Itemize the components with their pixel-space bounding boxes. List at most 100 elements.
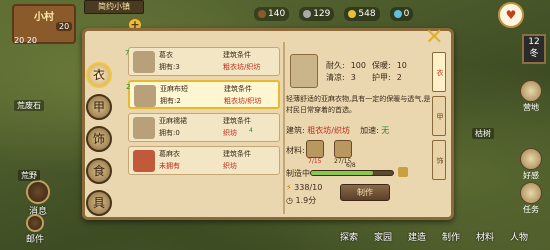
craft-progress-bar[interactable] [310,170,394,176]
right-tab-armor[interactable]: 甲 [432,96,446,136]
camp-icon [520,80,542,102]
date-month: 12 [528,37,540,47]
speed-value: 无 [381,126,390,135]
side-button-quest[interactable]: 任务 [518,182,544,215]
material-count: 7/15 [308,158,322,165]
nav-home[interactable]: 家园 [368,228,398,248]
materials-label: 材料: [286,146,305,155]
side-button-camp[interactable]: 营地 [518,80,544,113]
category-armor[interactable]: 甲 [86,94,112,120]
left-button-label: 邮件 [26,235,45,245]
building-requirement: 建筑: 粗衣坊/织坊 加速: 无 [286,125,389,136]
side-button-favor[interactable]: 好感 [518,148,544,181]
population-badge: 20 [56,22,73,31]
recipe-index: 2 [126,83,131,91]
material-cloth-icon[interactable] [334,140,352,158]
left-button-messages[interactable]: 消息 [26,180,50,217]
nav-materials[interactable]: 材料 [470,228,500,248]
stat-warmth: 保暖: 10 [372,60,407,71]
material-flax-icon[interactable] [306,140,324,158]
recipe-item-selected[interactable]: 2 亚麻布短 拥有:2 建筑条件 粗衣坊/织坊 [126,80,280,109]
recipe-owned: 拥有:0 [159,129,180,137]
progress-text: 6/8 [346,162,356,169]
craft-cost: ⚡ 338/10 [286,183,322,192]
message-icon [26,180,50,204]
stone-icon [303,10,312,18]
stat-value: 3 [350,73,356,82]
scroll-icon [520,182,542,204]
stats-row: 20 20 [14,36,37,45]
recipe-item[interactable]: 亚麻襦裙 拥有:0 建筑条件 织坊 4 [128,113,280,142]
stat-durability: 耐久: 100 [326,60,366,71]
left-button-mail[interactable]: 邮件 [26,214,44,245]
event-bubble[interactable]: ♥ [498,2,524,28]
recipe-index: 7 [125,49,130,57]
village-name: 小村 [34,12,54,23]
right-tab-clothing[interactable]: 衣 [432,52,446,92]
stat-value: 10 [396,61,407,70]
recipe-item[interactable]: 7 葛衣 拥有:3 建筑条件 粗衣坊/织坊 [125,47,280,76]
resource-value: 0 [403,9,410,19]
resource-value: 548 [358,9,376,19]
item-preview-icon [290,54,318,88]
side-button-label: 营地 [523,103,539,112]
make-button[interactable]: 制作 [340,184,390,201]
category-glyph: 衣 [92,68,105,82]
clock-icon: ◷ [286,196,293,205]
category-accessory[interactable]: 饰 [86,126,112,152]
side-button-label: 任务 [523,205,539,214]
recipe-cond-header: 建筑条件 [223,150,251,158]
craft-time: ◷ 1.9分 [286,195,316,206]
category-clothing[interactable]: 衣 [86,62,112,88]
map-label: 荒废石 [14,100,44,111]
nav-explore[interactable]: 探索 [334,228,364,248]
category-tool[interactable]: 具 [86,190,112,216]
recipe-item[interactable]: 葛麻衣 未拥有 建筑条件 织坊 [128,146,280,175]
resource-wood: 140 [254,7,290,21]
item-description: 轻薄舒适的亚麻衣物,具有一定的保暖与透气,是村民日常穿着的首选。 [286,95,431,114]
calendar[interactable]: 12 冬 [522,34,546,64]
category-glyph: 具 [92,196,105,210]
building-label: 建筑: [286,126,305,135]
resource-value: 140 [268,9,286,19]
recipe-cond-header: 建筑条件 [223,117,251,125]
mail-icon [26,214,44,232]
coin-icon [348,10,357,18]
resource-stone: 129 [299,7,335,21]
stat-label: 护甲: [372,73,391,82]
clothing-icon [133,117,155,139]
nav-characters[interactable]: 人物 [504,228,534,248]
category-glyph: 饰 [92,132,105,146]
recipe-name: 亚麻襦裙 [159,117,187,125]
clothing-icon [133,51,155,73]
recipe-cond-header: 建筑条件 [224,85,252,93]
recipe-owned: 拥有:2 [160,97,181,105]
date-season: 冬 [529,49,539,59]
resource-coin: 548 [344,7,380,21]
resource-gem: 0 [389,7,414,21]
close-icon[interactable]: ✕ [425,27,443,49]
stat-label: 耐久: [326,61,345,70]
category-food[interactable]: 食 [86,158,112,184]
bolt-icon: ⚡ [286,183,292,192]
progress-max-icon[interactable] [398,167,408,177]
time-value: 1.9分 [295,196,317,205]
recipe-cond-value: 织坊 [223,129,237,137]
heart-icon [520,148,542,170]
recipe-cond-value: 粗衣坊/织坊 [223,63,261,71]
map-label: 荒野 [18,170,40,181]
right-tab-accessory[interactable]: 饰 [432,140,446,180]
recipe-cond-value: 粗衣坊/织坊 [224,97,262,105]
nav-build[interactable]: 建造 [402,228,432,248]
stat-armor: 护甲: 2 [372,72,402,83]
bottom-nav: 探索 家园 建造 制作 材料 人物 [334,228,534,248]
progress-label: 制造中 [286,169,310,178]
speed-label: 加速: [360,126,379,135]
nav-craft[interactable]: 制作 [436,228,466,248]
recipe-name: 亚麻布短 [160,85,188,93]
category-glyph: 甲 [92,100,105,114]
stat-label: 清凉: [326,73,345,82]
building-need: 粗衣坊/织坊 [307,126,350,135]
progress-fill [311,171,373,175]
recipe-cond-value: 织坊 [223,162,237,170]
